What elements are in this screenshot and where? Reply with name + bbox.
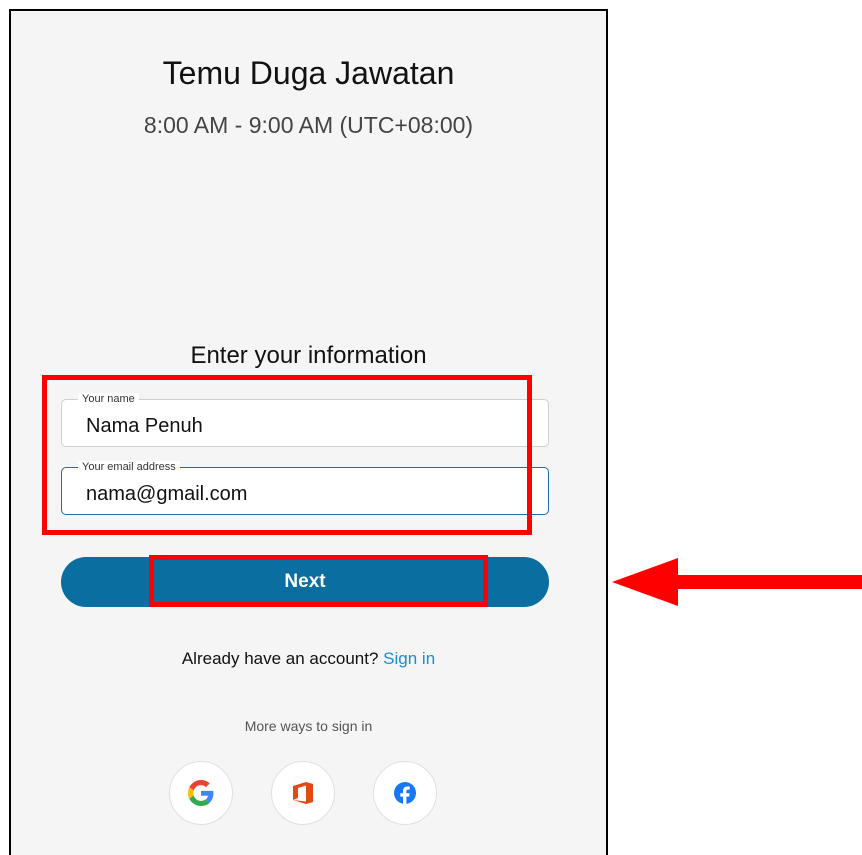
account-prompt-text: Already have an account? [181,649,379,668]
email-field-value[interactable]: nama@gmail.com [86,483,247,506]
facebook-sign-in-button[interactable] [373,761,437,825]
meeting-time: 8:00 AM - 9:00 AM (UTC+08:00) [143,112,474,138]
name-field-label: Your name [78,393,139,406]
meeting-title: Temu Duga Jawatan [162,55,455,91]
email-field-label: Your email address [78,461,180,474]
more-ways-label: More ways to sign in [244,718,373,734]
office-sign-in-button[interactable] [271,761,335,825]
facebook-icon [394,782,416,805]
google-sign-in-button[interactable] [169,761,233,825]
name-field-value[interactable]: Nama Penuh [86,415,203,438]
email-field[interactable]: Your email address nama@gmail.com [61,461,549,515]
office-icon [293,782,313,804]
form-heading: Enter your information [190,342,427,369]
google-icon [188,780,214,806]
pointer-arrow-icon [612,558,862,606]
signin-panel: Temu Duga Jawatan 8:00 AM - 9:00 AM (UTC… [9,9,608,855]
next-button[interactable]: Next [61,557,549,607]
sign-in-link[interactable]: Sign in [383,649,435,668]
name-field[interactable]: Your name Nama Penuh [61,393,549,447]
account-prompt: Already have an account? Sign in [11,649,606,669]
